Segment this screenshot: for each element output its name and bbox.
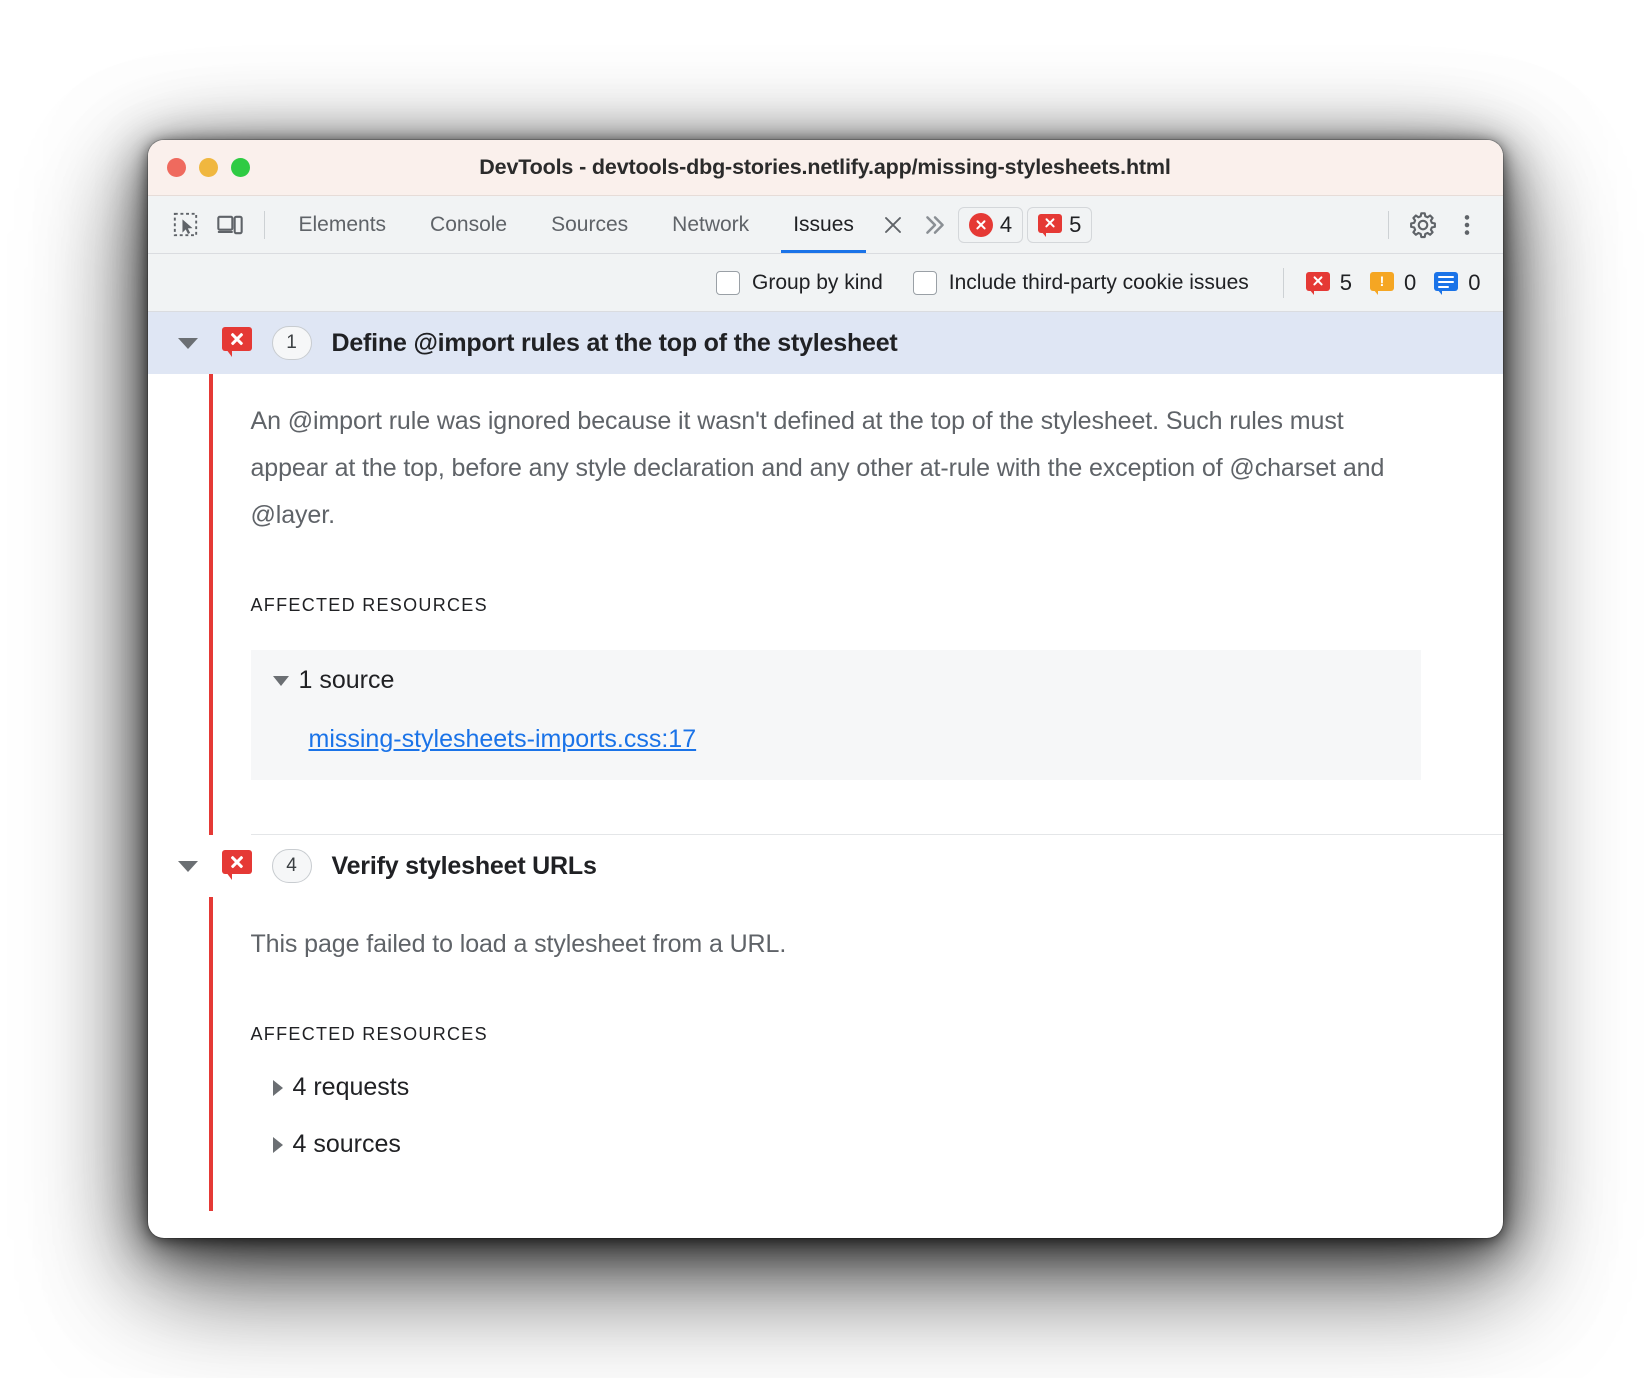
inspect-element-icon[interactable]	[164, 205, 208, 245]
error-count-value: 5	[1340, 270, 1352, 296]
minimize-window-button[interactable]	[199, 158, 218, 177]
issue-1-source-group-toggle[interactable]: 1 source	[273, 666, 1421, 695]
group-by-kind-checkbox-row[interactable]: Group by kind	[716, 271, 883, 295]
issues-counter-chip[interactable]: 5	[1027, 207, 1092, 243]
close-icon[interactable]	[878, 210, 908, 240]
issue-2-title: Verify stylesheet URLs	[332, 852, 597, 881]
toolbar-divider-2	[1388, 211, 1389, 239]
issue-bubble-error-icon	[1038, 214, 1062, 236]
tab-console[interactable]: Console	[408, 196, 529, 253]
screenshot-stage: DevTools - devtools-dbg-stories.netlify.…	[0, 0, 1650, 1378]
list-bottom-spacer	[251, 1159, 1503, 1211]
maximize-window-button[interactable]	[231, 158, 250, 177]
warning-count-value: 0	[1404, 270, 1416, 296]
tab-network[interactable]: Network	[650, 196, 771, 253]
error-counter-value: 4	[1000, 212, 1012, 238]
chevron-right-icon	[273, 1137, 283, 1153]
chevron-right-icon	[273, 1080, 283, 1096]
issue-bubble-error-icon	[222, 327, 252, 360]
include-third-party-label: Include third-party cookie issues	[949, 271, 1249, 295]
issues-counter-value: 5	[1069, 212, 1081, 238]
issue-bubble-error-icon	[222, 850, 252, 883]
error-circle-icon	[969, 213, 993, 237]
issue-1-resource-box: 1 source missing-stylesheets-imports.css…	[251, 650, 1421, 780]
issue-1-disclosure-triangle[interactable]	[178, 338, 212, 349]
group-by-kind-label: Group by kind	[752, 271, 883, 295]
tab-sources[interactable]: Sources	[529, 196, 650, 253]
issue-1-description: An @import rule was ignored because it w…	[251, 374, 1416, 539]
tab-issues[interactable]: Issues	[771, 196, 876, 253]
window-title: DevTools - devtools-dbg-stories.netlify.…	[148, 155, 1503, 180]
issue-2-body: This page failed to load a stylesheet fr…	[148, 897, 1503, 1211]
devtools-main-toolbar: Elements Console Sources Network Issues …	[148, 196, 1503, 254]
issue-bubble-warning-icon: !	[1370, 272, 1394, 294]
issue-2-sources-group-toggle[interactable]: 4 sources	[273, 1130, 1503, 1159]
issue-divider	[251, 834, 1503, 835]
device-toolbar-icon[interactable]	[208, 205, 252, 245]
info-count-group[interactable]: 0	[1434, 270, 1480, 296]
issue-bubble-info-icon	[1434, 272, 1458, 294]
issue-header-import-rules[interactable]: 1 Define @import rules at the top of the…	[148, 312, 1503, 374]
filterbar-divider	[1283, 268, 1284, 298]
issue-bubble-error-icon	[1306, 272, 1330, 294]
info-count-value: 0	[1468, 270, 1480, 296]
error-counter-chip[interactable]: 4	[958, 207, 1023, 243]
gear-icon[interactable]	[1401, 205, 1445, 245]
tab-elements[interactable]: Elements	[277, 196, 409, 253]
issue-1-source-link[interactable]: missing-stylesheets-imports.css:17	[309, 725, 697, 754]
toolbar-right-group	[1376, 205, 1489, 245]
issue-2-count-badge: 4	[272, 849, 312, 883]
issue-1-count-badge: 1	[272, 326, 312, 360]
issue-2-description: This page failed to load a stylesheet fr…	[251, 897, 1416, 968]
issue-2-requests-group-toggle[interactable]: 4 requests	[273, 1073, 1503, 1102]
issue-1-body: An @import rule was ignored because it w…	[148, 374, 1503, 835]
chevron-double-right-icon[interactable]	[916, 207, 954, 243]
error-count-group[interactable]: 5	[1306, 270, 1352, 296]
issues-list: 1 Define @import rules at the top of the…	[148, 312, 1503, 1211]
toolbar-divider	[264, 211, 265, 239]
warning-count-group[interactable]: ! 0	[1370, 270, 1416, 296]
kebab-menu-icon[interactable]	[1445, 205, 1489, 245]
window-titlebar: DevTools - devtools-dbg-stories.netlify.…	[148, 140, 1503, 196]
issue-1-affected-resources-label: AFFECTED RESOURCES	[251, 595, 1503, 616]
issue-2-affected-resources-label: AFFECTED RESOURCES	[251, 1024, 1503, 1045]
issue-2-requests-group-label: 4 requests	[293, 1073, 410, 1102]
issue-1-title: Define @import rules at the top of the s…	[332, 329, 898, 358]
panel-tabs: Elements Console Sources Network Issues	[277, 196, 876, 253]
issue-2-sources-group-label: 4 sources	[293, 1130, 401, 1159]
issue-header-verify-urls[interactable]: 4 Verify stylesheet URLs	[148, 835, 1503, 897]
issue-2-disclosure-triangle[interactable]	[178, 861, 212, 872]
include-third-party-checkbox-row[interactable]: Include third-party cookie issues	[913, 271, 1249, 295]
traffic-lights	[148, 158, 250, 177]
close-window-button[interactable]	[167, 158, 186, 177]
devtools-window: DevTools - devtools-dbg-stories.netlify.…	[148, 140, 1503, 1238]
group-by-kind-checkbox[interactable]	[716, 271, 740, 295]
issues-filter-bar: Group by kind Include third-party cookie…	[148, 254, 1503, 312]
include-third-party-checkbox[interactable]	[913, 271, 937, 295]
chevron-down-icon	[273, 676, 289, 686]
issue-1-source-group-label: 1 source	[299, 666, 395, 695]
